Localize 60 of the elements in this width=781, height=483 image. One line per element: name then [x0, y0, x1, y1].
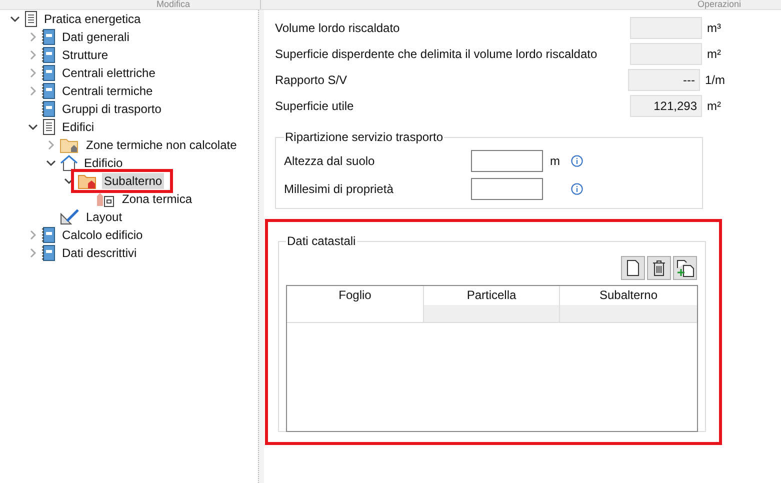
zone-icon	[96, 191, 116, 207]
unit-label: m²	[707, 46, 721, 63]
unit-label: m²	[707, 98, 721, 115]
unit-label: 1/m	[704, 72, 725, 89]
tree-item[interactable]: Strutture	[60, 47, 110, 63]
tree-item[interactable]: Centrali termiche	[60, 83, 155, 99]
house-icon	[60, 155, 78, 171]
filter-cell[interactable]	[424, 305, 559, 322]
field-label: Millesimi di proprietà	[284, 181, 394, 198]
form-icon	[42, 101, 56, 117]
delete-button[interactable]	[647, 256, 671, 280]
unit-label: m³	[707, 20, 721, 37]
column-header[interactable]: Foglio	[287, 286, 423, 305]
field-label: Superficie disperdente che delimita il volume lordo riscaldato	[275, 46, 598, 63]
group-title: Dati catastali	[286, 233, 357, 250]
field-label: Superficie utile	[275, 98, 355, 115]
document-icon	[24, 11, 38, 27]
document-icon	[42, 119, 56, 135]
readonly-field: 121,293	[630, 95, 702, 117]
field-label: Volume lordo riscaldato	[275, 20, 401, 37]
tree-item[interactable]: Edificio	[82, 155, 125, 171]
form-icon	[42, 47, 56, 63]
field-label: Altezza dal suolo	[284, 153, 376, 170]
tree-item[interactable]: Pratica energetica	[42, 11, 143, 27]
input-field[interactable]	[471, 150, 543, 172]
unit-label: m	[549, 153, 561, 170]
blank-page-icon	[627, 260, 639, 276]
input-field[interactable]	[471, 178, 543, 200]
copy-add-icon	[676, 260, 694, 276]
folder-house-icon	[78, 173, 98, 189]
form-icon	[42, 65, 56, 81]
tree-item[interactable]: Calcolo edificio	[60, 227, 145, 243]
readonly-field	[630, 17, 702, 39]
tree-item[interactable]: Edifici	[60, 119, 96, 135]
tree-item[interactable]: Layout	[84, 209, 124, 225]
tree-item[interactable]: Gruppi di trasporto	[60, 101, 164, 117]
tree-item[interactable]: Centrali elettriche	[60, 65, 158, 81]
column-header[interactable]: Particella	[424, 286, 559, 305]
readonly-field	[630, 43, 702, 65]
tree-item[interactable]: Zone termiche non calcolate	[84, 137, 239, 153]
form-icon	[42, 245, 56, 261]
readonly-field: ---	[628, 69, 700, 91]
info-icon	[571, 183, 583, 195]
field-label: Rapporto S/V	[275, 72, 348, 89]
trash-icon	[652, 260, 666, 276]
info-icon	[571, 155, 583, 167]
tree-item[interactable]: Zona termica	[120, 191, 194, 207]
tree-item[interactable]: Subalterno	[102, 173, 164, 189]
group-title: Ripartizione servizio trasporto	[284, 129, 444, 146]
tree-item[interactable]: Dati generali	[60, 29, 132, 45]
folder-house-icon	[60, 137, 80, 153]
add-copy-button[interactable]	[673, 256, 697, 280]
form-icon	[42, 227, 56, 243]
form-icon	[42, 83, 56, 99]
new-document-button[interactable]	[621, 256, 645, 280]
ruler-pencil-icon	[60, 209, 80, 225]
tree-item[interactable]: Dati descrittivi	[60, 245, 139, 261]
form-icon	[42, 29, 56, 45]
filter-cell[interactable]	[560, 305, 697, 322]
column-header[interactable]: Subalterno	[560, 286, 697, 305]
